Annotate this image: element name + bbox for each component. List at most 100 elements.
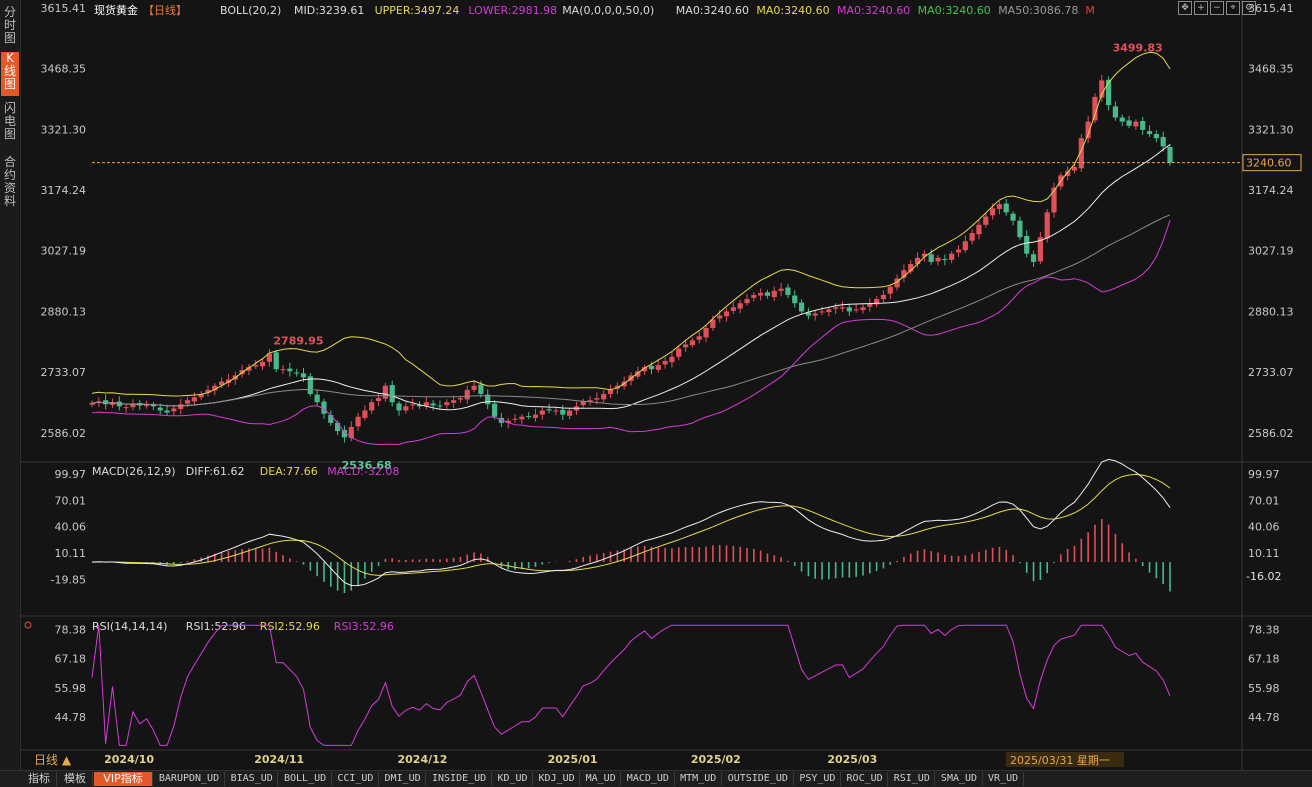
rsi-y-tick-right: 55.98 [1248,682,1280,695]
candle-body [130,404,136,408]
tab-macd-ud[interactable]: MACD_UD [622,772,675,786]
settings-icon[interactable]: ⚙ [1242,1,1256,15]
price-y-tick-right: 2733.07 [1248,366,1294,379]
x-axis-label: 2024/10 [104,753,154,766]
tab-mtm-ud[interactable]: MTM_UD [676,772,722,786]
candle-body [362,410,368,418]
candle-body [928,254,934,262]
tab-roc-ud[interactable]: ROC_UD [842,772,889,786]
candle-body [996,204,1003,209]
candle-body [184,400,191,404]
candle-body [382,385,388,399]
candle-body [1160,136,1166,147]
candle-body [580,401,586,406]
candle-body [655,365,661,370]
price-y-tick-right: 3468.35 [1248,63,1294,76]
candle-body [703,327,709,338]
candle-body [178,404,184,410]
candle-body [798,302,805,312]
tab-flash-chart[interactable]: 闪电图 [1,102,19,144]
candle-body [785,287,791,295]
candle-body [191,397,197,402]
rsi-y-tick-right: 78.38 [1248,623,1280,636]
candle-body [375,398,382,401]
candle-body [1105,79,1112,106]
candle-body [389,385,395,403]
tab-dmi-ud[interactable]: DMI_UD [380,772,427,786]
candle-body [976,224,982,235]
rsi-line [91,624,1171,746]
zoom-out-icon[interactable]: − [1210,1,1224,15]
rsi-y-tick-left: 67.18 [55,653,87,666]
zoom-in-icon[interactable]: + [1194,1,1208,15]
macd-y-tick-left: -19.85 [51,574,86,587]
candle-body [682,344,689,348]
tab-outside-ud[interactable]: OUTSIDE_UD [723,772,794,786]
kline-chart[interactable]: 3615.41 3615.413468.35 3468.353321.30 3321.… [20,0,1312,770]
rsi-legend-item: RSI1:52.96 [186,620,246,633]
price-y-tick-left: 3027.19 [41,245,87,258]
tab-contract-info[interactable]: 合约资料 [1,156,19,212]
candle-body [1153,134,1159,139]
candle-body [1112,106,1119,118]
current-price-label: 3240.60 [1246,157,1292,170]
tab-bias-ud[interactable]: BIAS_UD [226,772,279,786]
candle-body [423,402,429,406]
rsi-y-tick-left: 44.78 [55,711,87,724]
candle-body [669,356,675,363]
macd-y-tick-left: 10.11 [55,547,87,560]
tab-k-line-chart[interactable]: K线图 [1,52,19,96]
tab-rsi-ud[interactable]: RSI_UD [889,772,936,786]
tab-boll-ud[interactable]: BOLL_UD [279,772,332,786]
candle-body [1003,203,1009,213]
x-axis-label: 2025/02 [691,753,741,766]
tab-vip-[interactable]: VIP指标 [94,772,153,786]
candle-body [962,241,968,251]
candle-body [730,307,736,311]
fullscreen-icon[interactable]: ✥ [1178,1,1192,15]
candle-body [812,313,818,316]
main-legend-item: MA0:3240.60 [918,4,991,17]
tab-vr-ud[interactable]: VR_UD [984,772,1024,786]
candle-body [396,403,402,411]
candle-body [1071,167,1078,171]
tab-psy-ud[interactable]: PSY_UD [795,772,841,786]
tab-inside-ud[interactable]: INSIDE_UD [427,772,492,786]
tab-time-chart[interactable]: 分时图 [1,6,19,46]
candle-body [519,416,525,420]
candle-body [464,389,470,400]
tab-ma-ud[interactable]: MA_UD [581,772,622,786]
price-y-tick-right: 3174.24 [1248,184,1294,197]
candle-body [594,398,600,400]
tab-kdj-ud[interactable]: KDJ_UD [534,772,581,786]
candle-body [676,348,682,357]
candle-body [553,410,559,412]
tab-barupdn-ud[interactable]: BARUPDN_UD [154,772,225,786]
candle-body [983,216,989,225]
rsi-legend-item: RSI(14,14,14) [92,620,167,633]
candle-body [990,208,996,216]
tab-kd-ud[interactable]: KD_UD [493,772,533,786]
period-selector[interactable]: 日线 ▲ [34,753,72,767]
macd-y-tick-left: 99.97 [55,468,87,481]
candle-body [335,422,341,432]
crosshair-icon[interactable]: ⌖ [1226,1,1240,15]
candle-body [437,405,443,407]
candle-body [819,311,825,313]
main-legend-item: LOWER:2981.98 [468,4,557,17]
candle-body [1167,147,1173,163]
rsi-indicator-icon[interactable] [24,621,32,629]
candle-body [294,372,300,374]
tab--[interactable]: 指标 [22,772,57,786]
candle-body [123,407,129,409]
candle-body [969,233,975,241]
candle-body [314,394,320,403]
tab-cci-ud[interactable]: CCI_UD [333,772,379,786]
main-legend-item: MA0:3240.60 [676,4,749,17]
tab-sma-ud[interactable]: SMA_UD [936,772,983,786]
macd-legend-item: DIFF:61.62 [186,465,245,478]
candle-body [833,307,839,309]
main-legend-item: M [1085,4,1095,17]
tab--[interactable]: 模板 [58,772,93,786]
main-legend-item: UPPER:3497.24 [375,4,460,17]
